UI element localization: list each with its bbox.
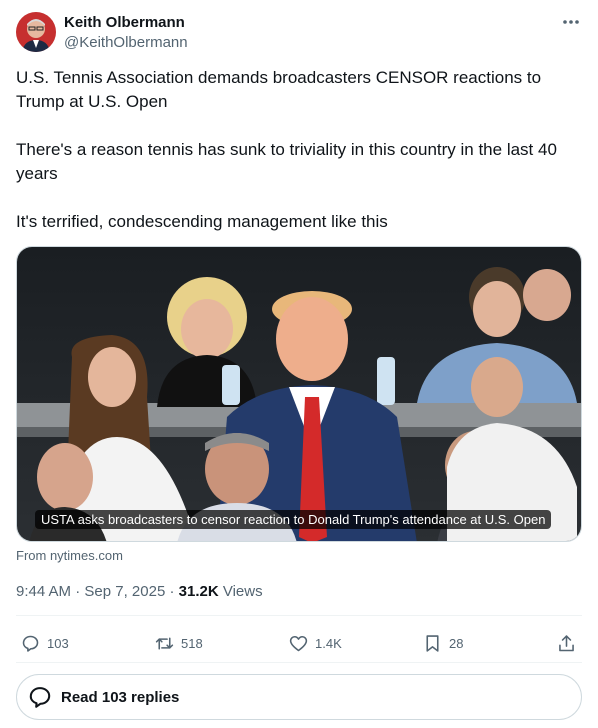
reply-button[interactable]: 103	[20, 629, 69, 657]
tweet-paragraph-2: There's a reason tennis has sunk to triv…	[16, 140, 557, 183]
more-button[interactable]	[560, 12, 582, 32]
tweet-time[interactable]: 9:44 AM	[16, 583, 71, 600]
divider-bottom	[16, 662, 582, 663]
author-handle[interactable]: @KeithOlbermann	[64, 33, 188, 53]
bookmark-button[interactable]: 28	[422, 629, 463, 657]
reply-icon	[22, 635, 39, 652]
read-replies-button[interactable]: Read 103 replies	[16, 674, 582, 720]
views-label: Views	[218, 583, 263, 600]
tweet-paragraph-3: It's terrified, condescending management…	[16, 212, 388, 231]
tweet-date[interactable]: Sep 7, 2025	[84, 583, 165, 600]
tweet-header: Keith Olbermann @KeithOlbermann	[16, 10, 582, 54]
read-replies-label: Read 103 replies	[61, 688, 180, 706]
tweet-meta: 9:44 AM · Sep 7, 2025 · 31.2K Views	[16, 582, 263, 602]
chat-bubble-icon	[29, 687, 51, 708]
share-button[interactable]	[556, 629, 577, 657]
action-bar: 103 518 1.4K 28	[16, 629, 582, 657]
bookmark-icon	[426, 634, 439, 652]
like-count: 1.4K	[315, 635, 342, 651]
share-icon	[559, 634, 574, 651]
author-avatar[interactable]	[16, 12, 56, 52]
repost-button[interactable]: 518	[154, 629, 203, 657]
heart-icon	[289, 635, 308, 651]
news-photo	[17, 247, 581, 541]
repost-icon	[155, 636, 174, 650]
tweet-paragraph-1: U.S. Tennis Association demands broadcas…	[16, 68, 542, 111]
divider-top	[16, 615, 582, 616]
like-button[interactable]: 1.4K	[288, 629, 342, 657]
meta-separator: ·	[71, 583, 85, 600]
bookmark-count: 28	[449, 635, 464, 651]
reply-count: 103	[47, 635, 69, 651]
tweet-text: U.S. Tennis Association demands broadcas…	[16, 66, 582, 234]
avatar-photo-icon	[16, 12, 56, 52]
author-names: Keith Olbermann @KeithOlbermann	[64, 13, 188, 53]
views-count: 31.2K	[178, 583, 219, 600]
more-horizontal-icon	[563, 20, 579, 24]
author-display-name[interactable]: Keith Olbermann	[64, 13, 188, 33]
media-caption: USTA asks broadcasters to censor reactio…	[35, 510, 552, 529]
repost-count: 518	[181, 635, 203, 651]
meta-separator-2: ·	[165, 583, 179, 600]
link-source[interactable]: From nytimes.com	[16, 548, 123, 564]
link-card-image[interactable]: USTA asks broadcasters to censor reactio…	[16, 246, 582, 542]
